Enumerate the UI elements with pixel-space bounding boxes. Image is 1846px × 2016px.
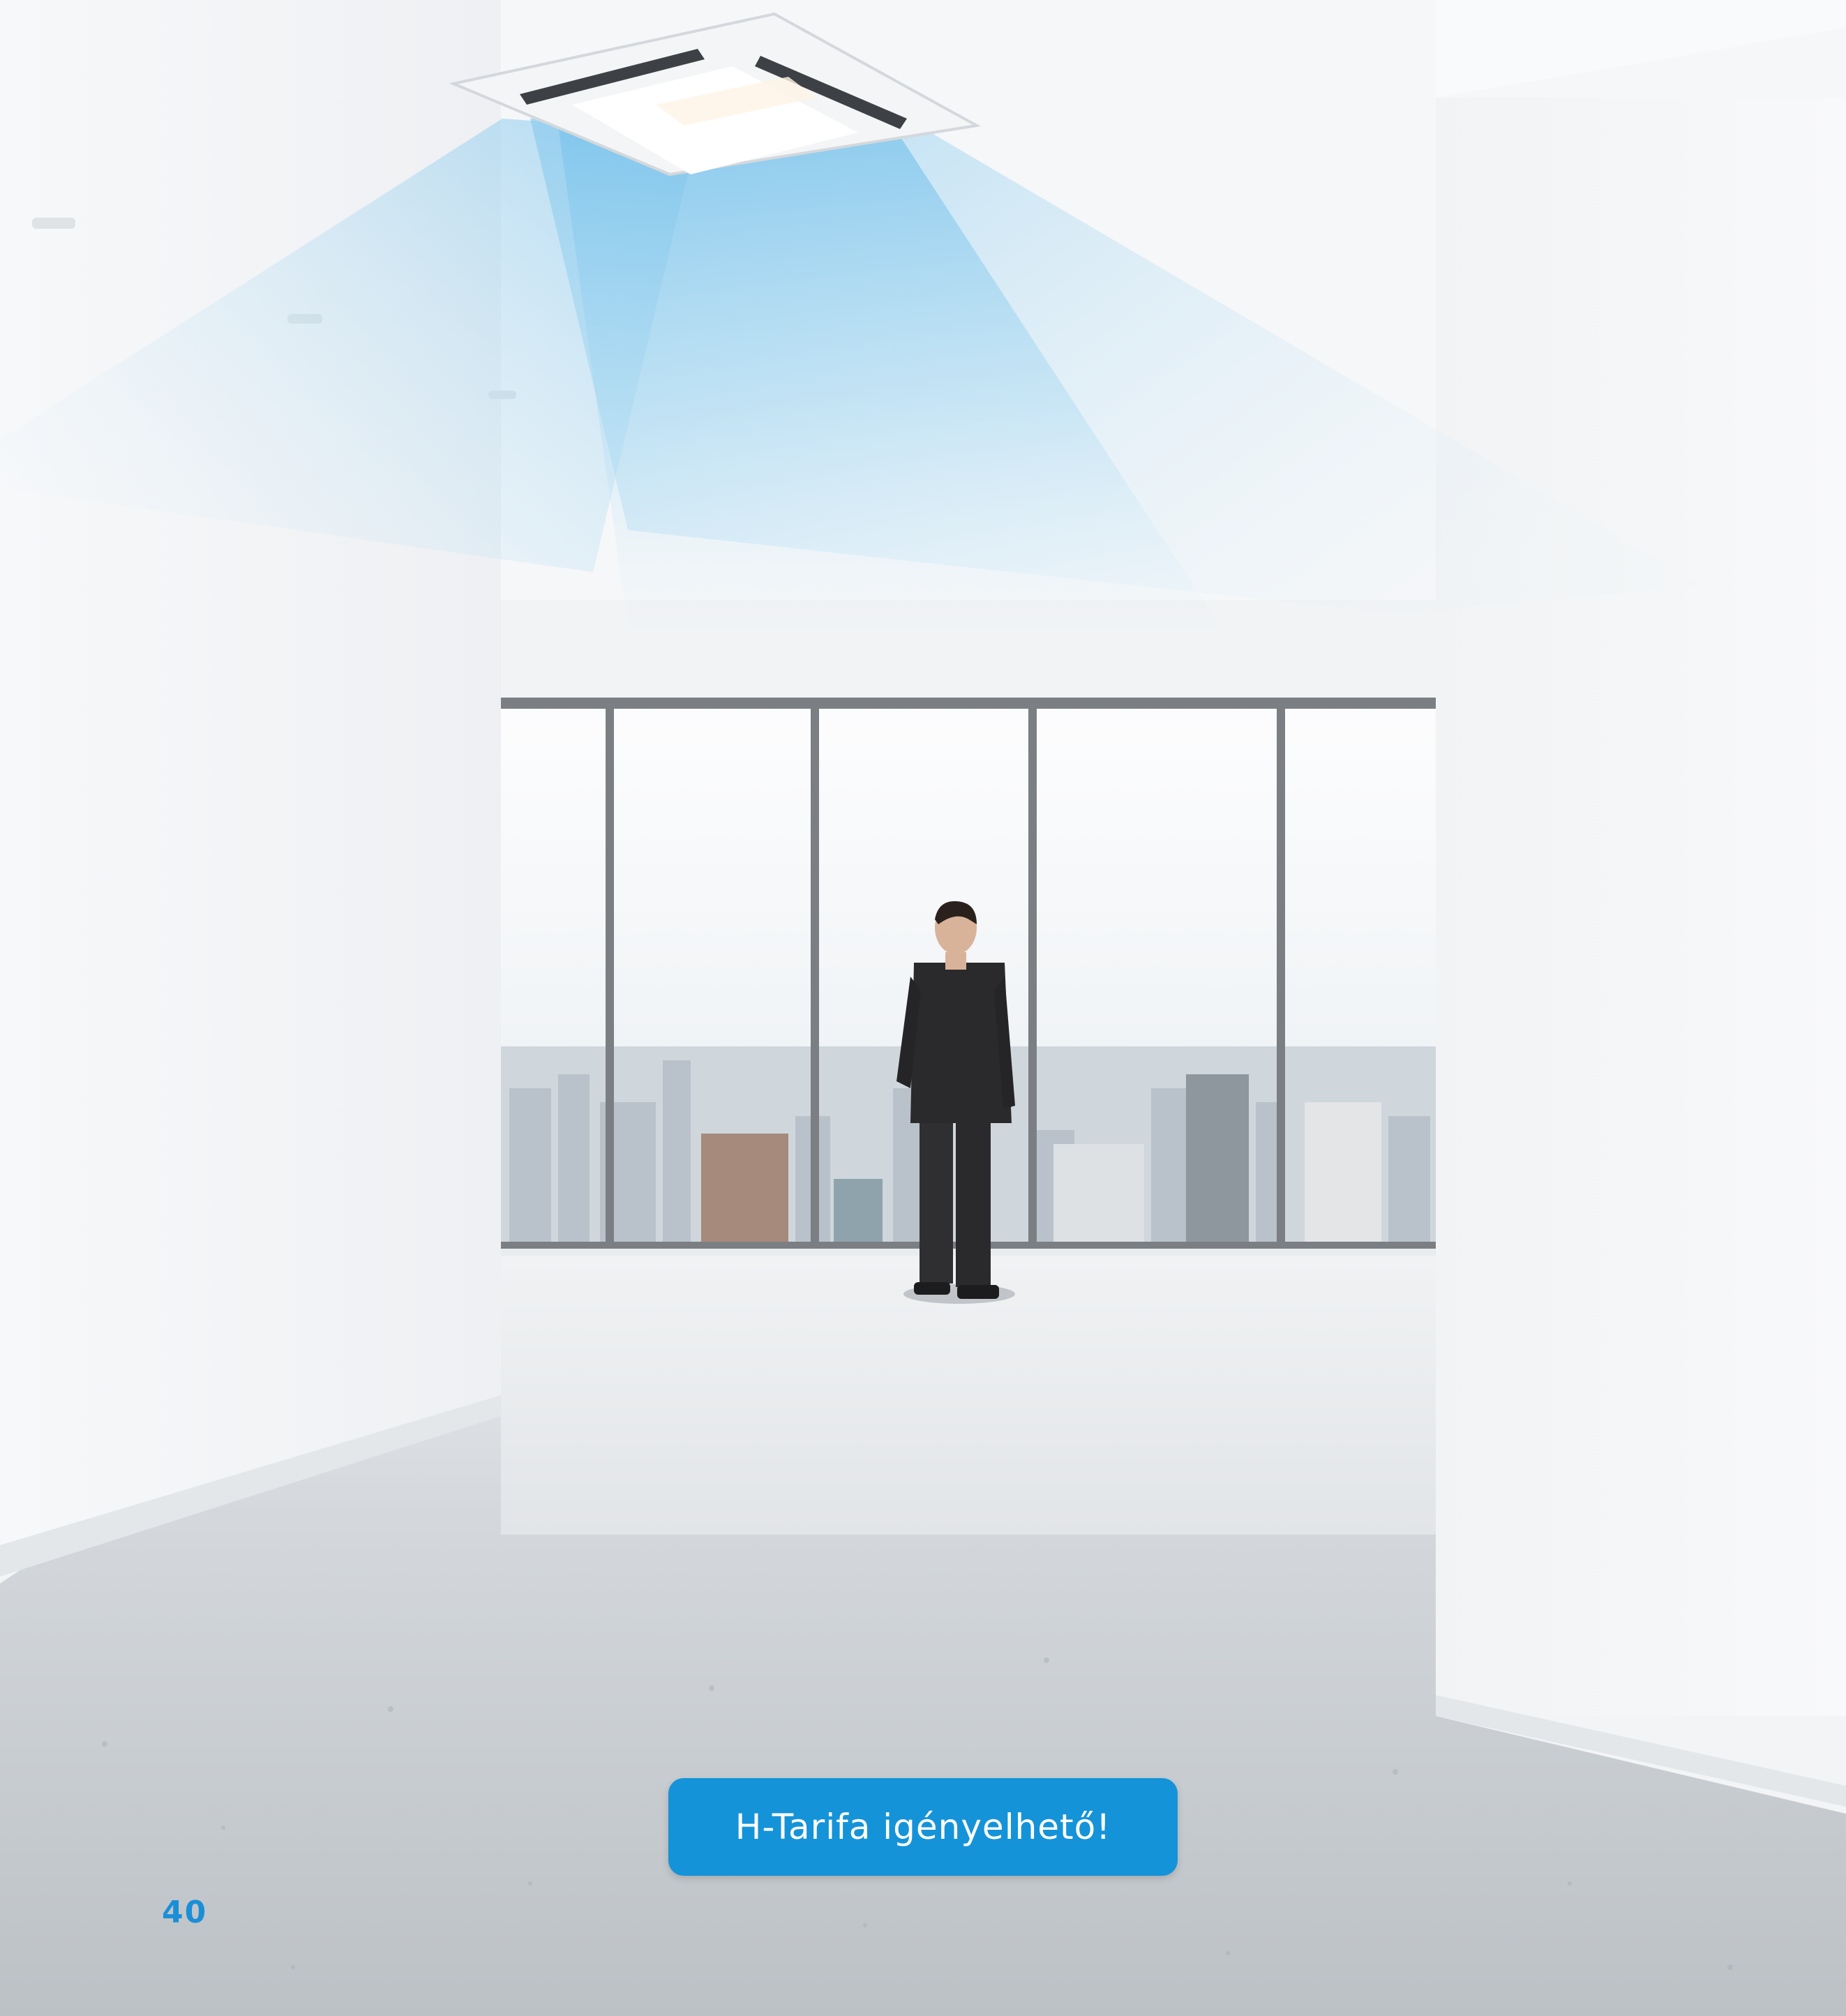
page-number: 40 [162,1895,208,1930]
office-scene-illustration [0,0,1846,2016]
right-wall [1436,98,1846,1716]
h-tarifa-badge: H-Tarifa igényelhető! [668,1778,1178,1876]
